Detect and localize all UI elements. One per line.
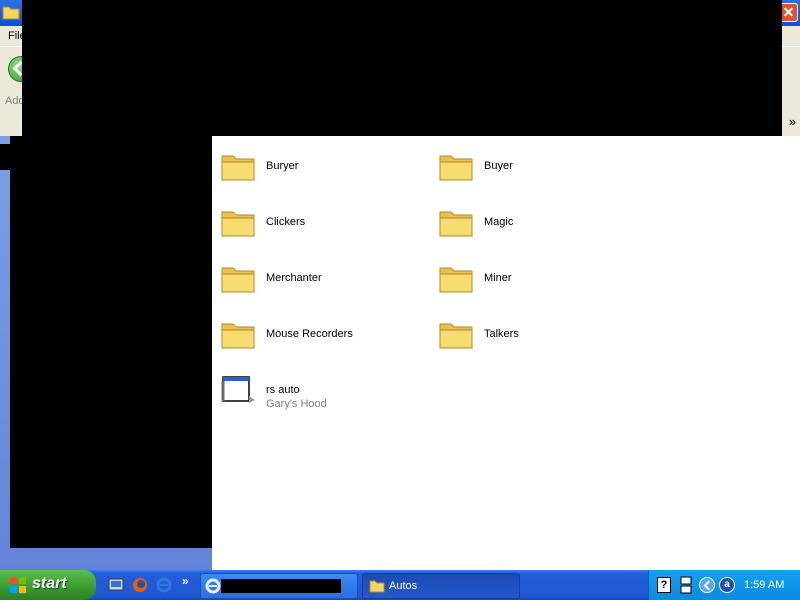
redacted-region: [221, 579, 341, 593]
windows-logo-icon: [10, 577, 26, 593]
folder-icon: [221, 155, 255, 181]
network-icon[interactable]: [679, 575, 693, 595]
folder-icon: [369, 580, 385, 593]
folder-item[interactable]: Buryer: [220, 148, 420, 188]
folder-label: Merchanter: [266, 272, 322, 284]
quicklaunch-chevron-icon[interactable]: »: [182, 574, 189, 588]
start-label: start: [32, 575, 67, 592]
folder-label: Buryer: [266, 160, 299, 172]
redacted-region: [22, 110, 212, 136]
help-icon[interactable]: ?: [657, 577, 671, 593]
file-item[interactable]: rs auto Gary's Hood: [220, 372, 420, 412]
folder-item[interactable]: Clickers: [220, 204, 420, 244]
folder-label: Clickers: [266, 216, 306, 228]
internet-explorer-icon[interactable]: [156, 577, 172, 593]
taskbar-button-autos[interactable]: Autos: [362, 573, 520, 599]
folder-icon: [221, 267, 255, 293]
folder-label: Buyer: [484, 160, 513, 172]
internet-explorer-icon: [205, 578, 221, 594]
file-label: rs auto: [266, 384, 300, 396]
file-description: Gary's Hood: [266, 398, 327, 410]
redacted-region: [0, 144, 18, 170]
folder-icon: [439, 155, 473, 181]
folder-content-view: Buryer Buyer Clickers Magic Merchanter M…: [212, 136, 800, 570]
folder-item[interactable]: Merchanter: [220, 260, 420, 300]
folder-label: Mouse Recorders: [266, 328, 353, 340]
folder-icon: [439, 267, 473, 293]
firefox-icon[interactable]: [132, 577, 148, 593]
links-chevron-icon[interactable]: »: [789, 114, 796, 129]
clock[interactable]: 1:59 AM: [744, 579, 784, 591]
taskbar: start » Autos ? a 1:59 AM: [0, 570, 800, 600]
folder-item[interactable]: Buyer: [438, 148, 638, 188]
system-tray: ? a 1:59 AM: [648, 570, 800, 600]
folder-item[interactable]: Miner: [438, 260, 638, 300]
folder-label: Miner: [484, 272, 512, 284]
folder-item[interactable]: Mouse Recorders: [220, 316, 420, 356]
taskbar-button-label: Autos: [389, 580, 418, 592]
folder-item[interactable]: Magic: [438, 204, 638, 244]
folder-icon: [221, 211, 255, 237]
folder-label: Talkers: [484, 328, 519, 340]
folder-icon: [221, 323, 255, 349]
folder-item[interactable]: Talkers: [438, 316, 638, 356]
taskbar-button-internet-explorer[interactable]: [200, 573, 358, 599]
application-window-icon: [221, 376, 255, 403]
redacted-region: [10, 136, 212, 548]
folder-icon: [439, 323, 473, 349]
folder-label: Magic: [484, 216, 514, 228]
left-task-pane: [0, 136, 212, 570]
show-desktop-icon[interactable]: [108, 577, 124, 593]
folder-icon: [2, 6, 20, 20]
tray-app-icon[interactable]: a: [719, 577, 735, 593]
folder-icon: [439, 211, 473, 237]
show-hidden-icons-button[interactable]: [699, 577, 715, 593]
start-button[interactable]: start: [0, 570, 96, 600]
